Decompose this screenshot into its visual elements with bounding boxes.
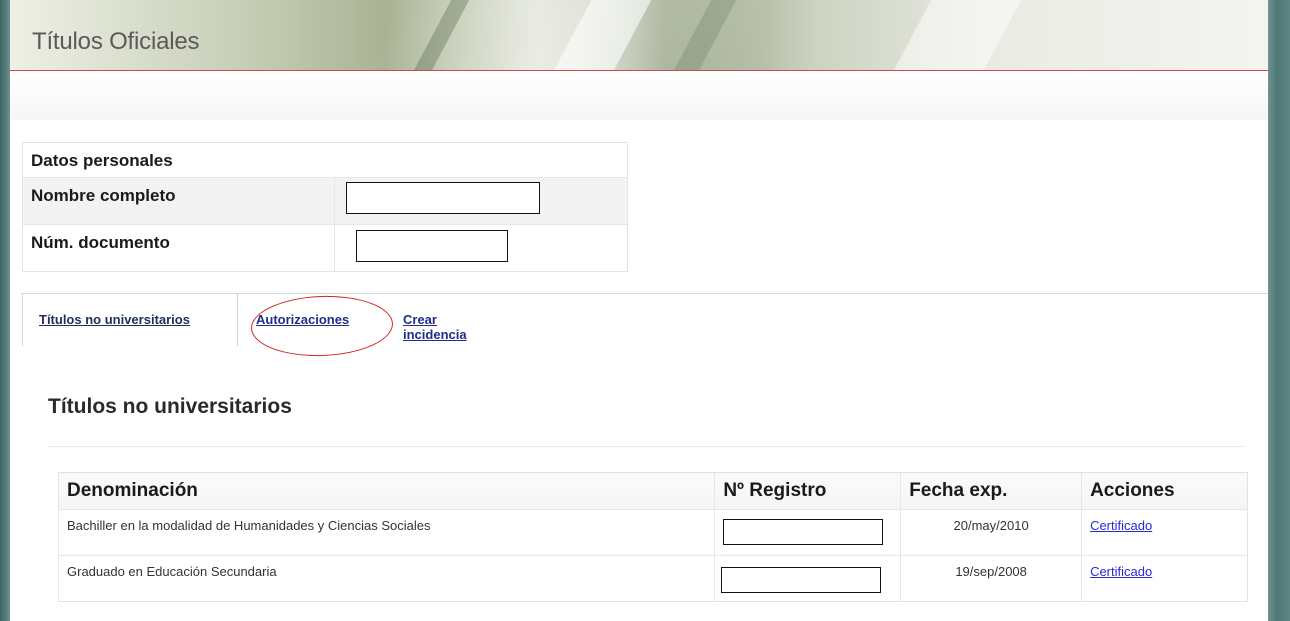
document-redacted-box — [356, 230, 508, 262]
tab-titulos-no-universitarios[interactable]: Títulos no universitarios — [22, 294, 238, 346]
highlight-ellipse-annotation — [249, 293, 395, 359]
full-name-label: Nombre completo — [23, 178, 335, 224]
page: Títulos Oficiales Datos personales Nombr… — [10, 0, 1268, 621]
page-title: Títulos Oficiales — [32, 28, 200, 55]
personal-data-panel: Datos personales Nombre completo Núm. do… — [22, 142, 628, 272]
tab-titulos-no-universitarios-label[interactable]: Títulos no universitarios — [39, 312, 190, 327]
row-fecha: 20/may/2010 — [953, 518, 1029, 533]
row-fecha: 19/sep/2008 — [955, 564, 1027, 579]
table-header-row: Denominación Nº Registro Fecha exp. Acci… — [57, 472, 1248, 510]
full-name-redacted-box — [346, 182, 540, 214]
section-rule — [48, 446, 1246, 447]
personal-data-heading-row: Datos personales — [23, 143, 627, 177]
registro-redacted-box — [723, 519, 884, 545]
titles-table: Denominación Nº Registro Fecha exp. Acci… — [57, 472, 1248, 602]
document-label: Núm. documento — [23, 225, 335, 271]
window-frame-left — [0, 0, 10, 621]
table-row: Bachiller en la modalidad de Humanidades… — [57, 509, 1248, 556]
column-header-acciones: Acciones — [1081, 472, 1248, 510]
certificado-link[interactable]: Certificado — [1090, 564, 1152, 579]
column-header-registro: Nº Registro — [714, 472, 901, 510]
full-name-row: Nombre completo — [23, 177, 627, 224]
certificado-link[interactable]: Certificado — [1090, 518, 1152, 533]
page-header: Títulos Oficiales — [10, 0, 1268, 71]
tab-crear-incidencia[interactable]: Crear incidencia — [403, 312, 467, 342]
column-header-fecha: Fecha exp. — [900, 472, 1082, 510]
document-row: Núm. documento — [23, 224, 627, 271]
registro-redacted-box — [721, 567, 882, 593]
header-band — [10, 72, 1268, 120]
row-denominacion: Bachiller en la modalidad de Humanidades… — [67, 518, 431, 533]
personal-data-heading: Datos personales — [31, 151, 173, 170]
section-title: Títulos no universitarios — [48, 395, 292, 418]
table-row: Graduado en Educación Secundaria 19/sep/… — [57, 555, 1248, 602]
row-denominacion: Graduado en Educación Secundaria — [67, 564, 277, 579]
column-header-denominacion: Denominación — [57, 472, 715, 510]
window-frame-right — [1268, 0, 1290, 621]
